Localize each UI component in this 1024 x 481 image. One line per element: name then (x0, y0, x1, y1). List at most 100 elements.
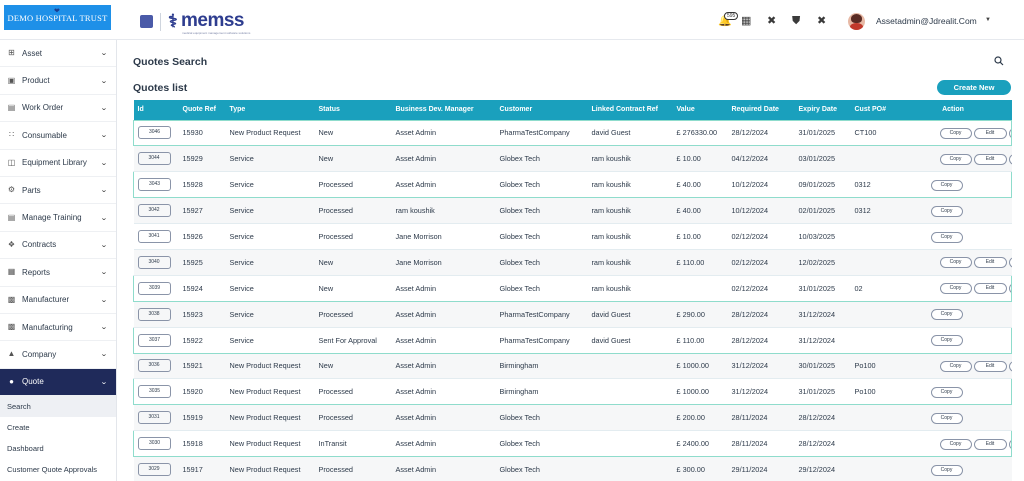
column-header[interactable]: Type (225, 100, 315, 120)
sidebar-item-product[interactable]: ▣ Product ⌄ (0, 67, 116, 95)
quote-id-chip[interactable]: 3035 (138, 385, 171, 399)
quote-id-chip[interactable]: 3039 (138, 281, 171, 295)
copy-button[interactable]: Copy (939, 438, 972, 450)
quote-id-chip[interactable]: 3041 (137, 230, 171, 243)
copy-button[interactable]: Copy (930, 335, 963, 347)
edit-button[interactable]: Edit (973, 153, 1007, 165)
table-row[interactable]: 3029 15917 New Product Request Processed Ass… (133, 456, 1012, 481)
sidebar-item-manage-training[interactable]: ▤ Manage Training ⌄ (0, 204, 116, 232)
table-row[interactable]: 3035 15920 New Product Request Processed Ass… (133, 378, 1012, 406)
table-row[interactable]: 3031 15919 New Product Request Processed Ass… (133, 404, 1012, 432)
table-row[interactable]: 3030 15918 New Product Request InTransit Ass… (133, 430, 1012, 458)
sidebar-item-quote[interactable]: ● Quote ⌄ (0, 368, 116, 397)
sidebar-item-reports[interactable]: ▦ Reports ⌄ (0, 259, 116, 287)
table-row[interactable]: 3046 15930 New Product Request New Asset Adm… (133, 119, 1012, 147)
column-header[interactable]: Business Dev. Manager (391, 100, 496, 120)
id-cell: 3030 (133, 430, 179, 458)
copy-button[interactable]: Copy (939, 127, 972, 139)
edit-button[interactable]: Edit (973, 438, 1007, 450)
quote-id-chip[interactable]: 3037 (138, 333, 171, 347)
delete-button[interactable]: Delete (1008, 360, 1012, 372)
edit-button[interactable]: Edit (973, 283, 1007, 295)
copy-button[interactable]: Copy (930, 179, 963, 191)
cell-value: £ 10.00 (672, 223, 728, 250)
quote-id-chip[interactable]: 3029 (137, 463, 171, 477)
cell-customer: Globex Tech (495, 430, 588, 458)
table-row[interactable]: 3039 15924 Service New Asset Admin Globex Tec… (133, 274, 1012, 302)
sidebar-item-manufacturing[interactable]: ▩ Manufacturing ⌄ (0, 314, 116, 342)
copy-button[interactable]: Copy (939, 283, 972, 295)
copy-button[interactable]: Copy (930, 309, 963, 321)
subnav-item-search[interactable]: Search (0, 396, 116, 418)
copy-button[interactable]: Copy (930, 205, 963, 217)
cell-po (850, 456, 895, 481)
column-header[interactable]: Id (133, 100, 179, 120)
cell-required: 29/11/2024 (727, 456, 795, 481)
sidebar-item-company[interactable]: ▲ Company ⌄ (0, 341, 116, 369)
avatar[interactable] (848, 13, 865, 30)
sidebar-item-parts[interactable]: ⚙ Parts ⌄ (0, 177, 116, 205)
column-header[interactable]: Linked Contract Ref (587, 100, 673, 120)
subnav-item-create[interactable]: Create (0, 417, 116, 438)
copy-button[interactable]: Copy (930, 412, 963, 424)
subnav-item-customer-quote-approvals[interactable]: Customer Quote Approvals (0, 459, 116, 480)
column-header[interactable]: Quote Ref (178, 100, 226, 120)
column-header[interactable]: Action (894, 100, 1012, 120)
shield-icon[interactable]: ⛊ (792, 15, 800, 27)
create-new-button[interactable]: Create New (937, 80, 1011, 95)
sidebar-item-consumable[interactable]: ∷ Consumable ⌄ (0, 122, 116, 150)
column-header[interactable]: Cust PO# (850, 100, 895, 120)
sidebar-item-work-order[interactable]: ▤ Work Order ⌄ (0, 95, 116, 123)
caret-down-icon[interactable]: ▼ (985, 17, 991, 23)
search-icon[interactable] (994, 56, 1004, 66)
copy-button[interactable]: Copy (939, 153, 972, 165)
edit-button[interactable]: Edit (973, 360, 1007, 372)
copy-button[interactable]: Copy (930, 231, 963, 243)
column-header[interactable]: Expiry Date (794, 100, 851, 120)
quote-id-chip[interactable]: 3040 (137, 255, 171, 269)
user-name[interactable]: Assetadmin@Jdrealit.Com (876, 16, 977, 26)
table-row[interactable]: 3037 15922 Service Sent For Approval Asset A… (133, 326, 1012, 354)
edit-button[interactable]: Edit (973, 257, 1007, 269)
table-row[interactable]: 3041 15926 Service Processed Jane Morrison Gl… (133, 223, 1012, 250)
sidebar-item-asset[interactable]: ⊞ Asset ⌄ (0, 40, 116, 68)
column-header[interactable]: Customer (495, 100, 588, 120)
hospital-logo[interactable]: ❤ DEMO HOSPITAL TRUST (4, 5, 111, 30)
quote-id-chip[interactable]: 3044 (137, 152, 171, 166)
column-header[interactable]: Value (672, 100, 728, 120)
copy-button[interactable]: Copy (939, 257, 972, 269)
note-icon[interactable]: ▦ (741, 15, 751, 27)
copy-button[interactable]: Copy (930, 464, 963, 476)
table-row[interactable]: 3040 15925 Service New Jane Morrison Globex T… (133, 249, 1012, 276)
table-row[interactable]: 3036 15921 New Product Request New Asset Adm… (133, 353, 1012, 380)
column-header[interactable]: Required Date (727, 100, 795, 120)
quote-id-chip[interactable]: 3043 (138, 178, 171, 192)
quote-id-chip[interactable]: 3046 (138, 126, 171, 140)
sidebar-item-equipment-library[interactable]: ◫ Equipment Library ⌄ (0, 150, 116, 177)
menu-toggle-button[interactable] (140, 15, 153, 28)
subnav-item-dashboard[interactable]: Dashboard (0, 438, 116, 459)
column-header[interactable]: Status (314, 100, 392, 120)
delete-button[interactable]: Delete (1008, 438, 1011, 450)
table-row[interactable]: 3043 15928 Service Processed Asset Admin Glob… (133, 171, 1012, 199)
delete-button[interactable]: Delete (1008, 153, 1012, 165)
sidebar-item-contracts[interactable]: ❖ Contracts ⌄ (0, 232, 116, 260)
table-row[interactable]: 3044 15929 Service New Asset Admin Globex Tec… (133, 145, 1012, 173)
copy-button[interactable]: Copy (939, 360, 972, 372)
edit-button[interactable]: Edit (973, 127, 1007, 139)
quote-id-chip[interactable]: 3030 (138, 437, 171, 451)
delete-button[interactable]: Delete (1008, 257, 1012, 269)
table-row[interactable]: 3038 15923 Service Processed Asset Admin Phar… (133, 301, 1012, 328)
cell-contract: ram koushik (587, 171, 673, 199)
quote-id-chip[interactable]: 3042 (137, 204, 171, 218)
delete-button[interactable]: Delete (1008, 127, 1011, 139)
quote-id-chip[interactable]: 3031 (137, 411, 171, 425)
wrench-icon[interactable]: ✖ (817, 15, 826, 27)
delete-button[interactable]: Delete (1008, 283, 1011, 295)
tools-icon[interactable]: ✖ (767, 15, 776, 27)
copy-button[interactable]: Copy (930, 386, 963, 398)
quote-id-chip[interactable]: 3036 (137, 359, 171, 373)
sidebar-item-manufacturer[interactable]: ▩ Manufacturer ⌄ (0, 287, 116, 314)
quote-id-chip[interactable]: 3038 (137, 307, 171, 321)
table-row[interactable]: 3042 15927 Service Processed ram koushik Glob… (133, 197, 1012, 225)
